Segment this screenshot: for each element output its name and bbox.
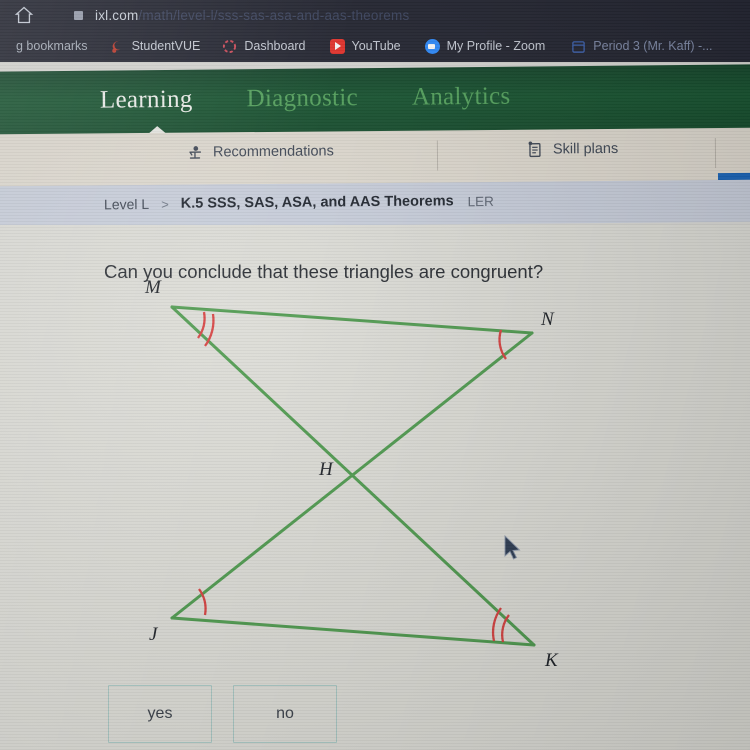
home-icon[interactable] <box>14 5 34 25</box>
nav-item-analytics[interactable]: Analytics <box>412 83 511 112</box>
bookmark-youtube[interactable]: YouTube <box>329 38 401 54</box>
tab-recommendations[interactable]: Recommendations <box>186 142 334 161</box>
calendar-icon <box>571 39 586 54</box>
chevron-right-icon: > <box>161 196 169 212</box>
bookmark-label: StudentVUE <box>131 39 201 53</box>
triangle-diagram: M N H J K <box>120 277 590 671</box>
screen-photo: ixl.com/math/level-l/sss-sas-asa-and-aas… <box>0 0 750 750</box>
vertex-label-K: K <box>545 650 558 671</box>
bookmark-period3[interactable]: Period 3 (Mr. Kaff) -... <box>571 39 713 54</box>
diagram-segments <box>170 305 536 647</box>
question-area: Can you conclude that these triangles ar… <box>0 225 750 750</box>
bookmark-label: My Profile - Zoom <box>446 39 546 53</box>
tab-separator <box>714 138 717 169</box>
tab-label: Recommendations <box>212 143 334 161</box>
folder-icon <box>0 39 9 54</box>
bookmarks-bar: g bookmarks StudentVUE Dashboard YouTube… <box>0 30 750 62</box>
triangle-diagram-svg <box>170 305 536 647</box>
answer-button-no[interactable]: no <box>233 685 337 743</box>
bookmark-studentvue[interactable]: StudentVUE <box>110 39 201 54</box>
segment-JK <box>170 616 536 647</box>
dashboard-icon <box>222 39 237 54</box>
angle-mark-M-2 <box>204 313 215 347</box>
segment-JN <box>170 331 534 620</box>
bookmark-label: YouTube <box>351 39 401 53</box>
nav-item-diagnostic[interactable]: Diagnostic <box>246 84 358 113</box>
url-host: ixl.com <box>95 7 139 23</box>
url-text[interactable]: ixl.com/math/level-l/sss-sas-asa-and-aas… <box>95 8 409 23</box>
bookmark-zoom[interactable]: My Profile - Zoom <box>424 38 546 54</box>
vertex-label-H: H <box>319 459 333 480</box>
tab-separator <box>436 140 439 171</box>
breadcrumb-skill-code: LER <box>467 193 494 209</box>
youtube-icon <box>329 38 345 54</box>
bookmark-label: Period 3 (Mr. Kaff) -... <box>593 39 713 53</box>
vertex-label-N: N <box>541 309 554 330</box>
tab-skill-plans[interactable]: Skill plans <box>526 140 618 159</box>
browser-chrome: ixl.com/math/level-l/sss-sas-asa-and-aas… <box>0 0 750 62</box>
nav-item-learning[interactable]: Learning <box>100 86 193 115</box>
breadcrumb-level[interactable]: Level L <box>104 196 149 212</box>
top-nav-items: Learning Diagnostic Analytics <box>100 83 511 115</box>
mouse-pointer-icon <box>504 535 521 560</box>
sub-nav-bar: Recommendations Skill plans <box>0 127 750 188</box>
answer-button-yes[interactable]: yes <box>108 685 212 743</box>
segment-MN <box>170 305 534 335</box>
studentvue-icon <box>110 39 125 54</box>
recommendations-icon <box>189 146 202 159</box>
breadcrumb-bar: Level L > K.5 SSS, SAS, ASA, and AAS The… <box>0 179 750 229</box>
skill-plans-icon <box>528 141 541 158</box>
url-path: /math/level-l/sss-sas-asa-and-aas-theore… <box>138 7 410 23</box>
breadcrumb: Level L > K.5 SSS, SAS, ASA, and AAS The… <box>104 193 494 212</box>
lock-icon <box>74 10 83 20</box>
question-prompt: Can you conclude that these triangles ar… <box>104 261 544 282</box>
bookmark-label: Dashboard <box>244 39 306 53</box>
breadcrumb-skill: K.5 SSS, SAS, ASA, and AAS Theorems <box>180 193 454 212</box>
vertex-label-J: J <box>149 624 158 645</box>
ixl-top-nav: Learning Diagnostic Analytics <box>0 64 750 138</box>
vertex-label-M: M <box>145 277 161 298</box>
bookmark-label: g bookmarks <box>16 39 88 53</box>
answer-options: yes no <box>108 685 337 743</box>
url-bar-row: ixl.com/math/level-l/sss-sas-asa-and-aas… <box>0 0 750 30</box>
tab-label: Skill plans <box>552 140 619 158</box>
bookmark-folder[interactable]: g bookmarks <box>0 39 88 54</box>
zoom-icon <box>424 38 440 54</box>
bookmark-dashboard[interactable]: Dashboard <box>222 39 306 54</box>
